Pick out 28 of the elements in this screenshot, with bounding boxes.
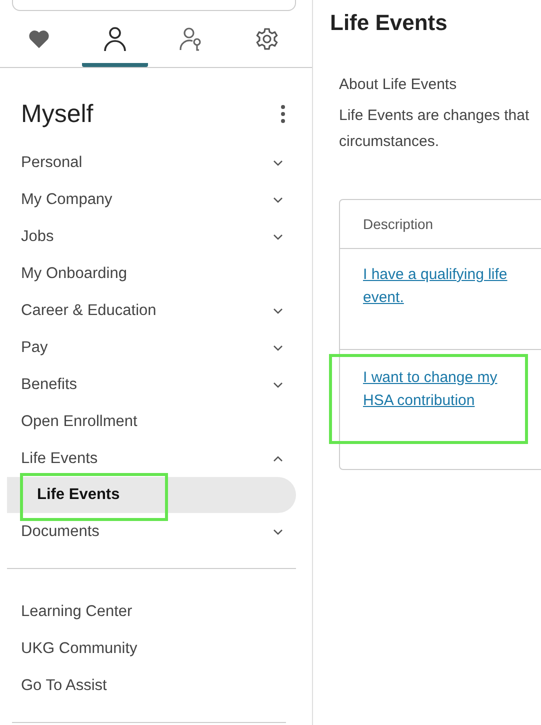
page-title: Life Events xyxy=(330,10,448,36)
settings-icon xyxy=(255,27,279,51)
sidebar-title: Myself xyxy=(21,100,94,128)
nav-item[interactable]: My Company xyxy=(0,181,312,218)
column-header: Description xyxy=(363,216,434,232)
nav-subitem[interactable]: Life Events xyxy=(7,477,296,513)
nav-item[interactable]: Jobs xyxy=(0,218,312,255)
footer-link[interactable]: Go To Assist xyxy=(0,667,312,704)
description-text: Life Events are changes that xyxy=(339,106,530,126)
nav-item[interactable]: Pay xyxy=(0,329,312,366)
section-title: About Life Events xyxy=(339,76,458,93)
footer-link[interactable]: Learning Center xyxy=(0,593,312,630)
nav-item[interactable]: Life Events xyxy=(0,440,312,477)
footer-link[interactable]: UKG Community xyxy=(0,630,312,667)
nav-item[interactable]: Open Enrollment xyxy=(0,403,312,440)
nav-item[interactable]: Documents xyxy=(0,513,312,550)
event-link[interactable]: I want to change my HSA contribution xyxy=(363,366,518,412)
nav-item[interactable]: Personal xyxy=(0,144,312,181)
input-field[interactable] xyxy=(12,0,296,11)
nav-item[interactable]: Benefits xyxy=(0,366,312,403)
heart-icon xyxy=(28,29,50,49)
event-link[interactable]: I have a qualifying life event. xyxy=(363,263,518,309)
description-text: circumstances. xyxy=(339,132,440,152)
more-icon[interactable] xyxy=(280,104,286,124)
nav-item[interactable]: Career & Education xyxy=(0,292,312,329)
nav-item[interactable]: My Onboarding xyxy=(0,255,312,292)
person-icon xyxy=(103,26,127,52)
person-key-icon xyxy=(179,26,203,52)
